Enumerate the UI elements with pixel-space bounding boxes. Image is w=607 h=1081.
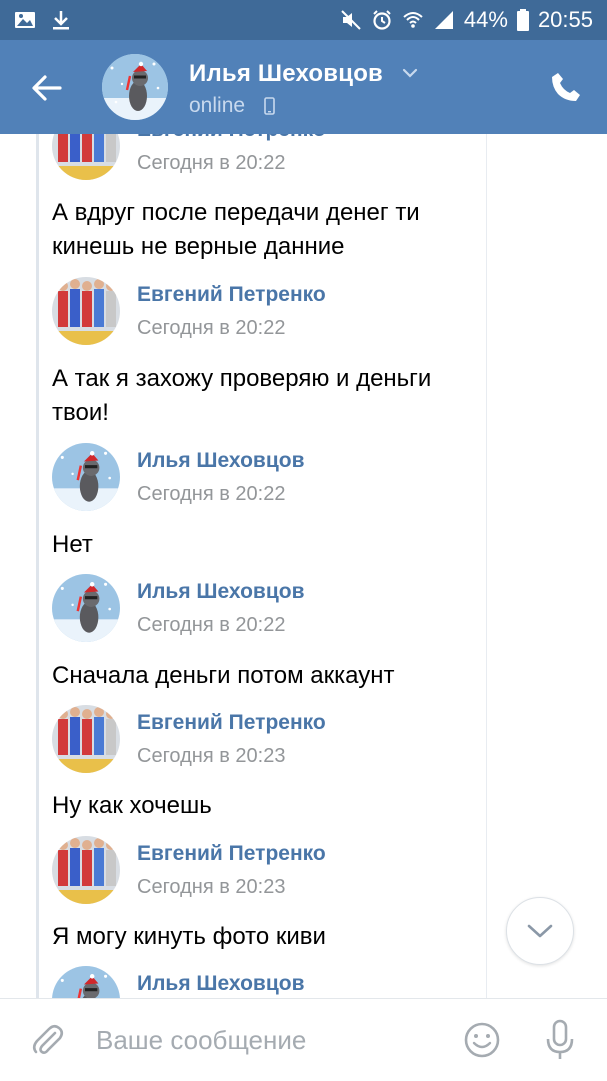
- message-time: Сегодня в 20:22: [137, 152, 286, 174]
- message-time: Сегодня в 20:22: [137, 483, 286, 505]
- message-text: Ну как хочешь: [52, 792, 212, 819]
- athletes-avatar-image: [52, 705, 120, 773]
- message-author[interactable]: Евгений Петренко: [137, 711, 326, 735]
- message-text: А вдруг после передачи денег ти кинешь н…: [52, 199, 420, 260]
- raccoon-avatar-image: [52, 966, 120, 998]
- athletes-avatar-image: [52, 836, 120, 904]
- clock: 20:55: [537, 7, 593, 32]
- message-feed[interactable]: Евгений Петренко Сегодня в 20:22 А вдруг…: [0, 134, 607, 998]
- message-time: Сегодня в 20:22: [137, 614, 286, 636]
- status-bar: 44% 20:55: [0, 0, 607, 40]
- signal-icon: [434, 11, 453, 29]
- contact-avatar[interactable]: [102, 54, 168, 120]
- chevron-down-icon[interactable]: [401, 64, 419, 82]
- message-text: Нет: [52, 531, 93, 558]
- message-author[interactable]: Илья Шеховцов: [137, 972, 304, 996]
- message-text: Сначала деньги потом аккаунт: [52, 662, 395, 689]
- message-text: А так я захожу проверяю и деньги твои!: [52, 365, 432, 426]
- message-input[interactable]: Ваше сообщение: [96, 1025, 306, 1056]
- raccoon-avatar-image: [52, 574, 120, 642]
- athletes-avatar[interactable]: [52, 134, 120, 180]
- athletes-avatar-image: [52, 277, 120, 345]
- back-arrow-icon[interactable]: [26, 68, 66, 108]
- raccoon-avatar-image: [102, 54, 168, 120]
- message-author[interactable]: Евгений Петренко: [137, 134, 326, 142]
- athletes-avatar[interactable]: [52, 705, 120, 773]
- athletes-avatar[interactable]: [52, 836, 120, 904]
- online-status: online: [189, 94, 246, 117]
- raccoon-avatar-image: [52, 443, 120, 511]
- mobile-device-icon: [264, 97, 275, 115]
- raccoon-avatar[interactable]: [52, 966, 120, 998]
- contact-name[interactable]: Илья Шеховцов: [189, 60, 383, 88]
- message-author[interactable]: Илья Шеховцов: [137, 580, 304, 604]
- mute-icon: [341, 10, 361, 30]
- battery-percent: 44%: [463, 7, 508, 32]
- thread-divider: [36, 134, 39, 998]
- scroll-down-button[interactable]: [506, 897, 574, 965]
- athletes-avatar[interactable]: [52, 277, 120, 345]
- message-author[interactable]: Евгений Петренко: [137, 842, 326, 866]
- message-time: Сегодня в 20:23: [137, 876, 286, 898]
- alarm-icon: [373, 10, 391, 30]
- message-time: Сегодня в 20:23: [137, 745, 286, 767]
- wifi-icon: [403, 12, 423, 28]
- raccoon-avatar[interactable]: [52, 443, 120, 511]
- gallery-notification-icon: [15, 12, 35, 28]
- battery-icon: [516, 9, 529, 31]
- athletes-avatar-image: [52, 134, 120, 180]
- message-composer: Ваше сообщение: [0, 998, 607, 1081]
- microphone-icon[interactable]: [543, 1019, 577, 1061]
- download-icon: [53, 11, 69, 30]
- message-author[interactable]: Илья Шеховцов: [137, 449, 304, 473]
- message-time: Сегодня в 20:22: [137, 317, 286, 339]
- raccoon-avatar[interactable]: [52, 574, 120, 642]
- paperclip-icon[interactable]: [30, 1023, 66, 1059]
- phone-call-icon[interactable]: [549, 70, 583, 104]
- chevron-down-icon: [527, 924, 553, 938]
- thread-divider: [486, 134, 487, 998]
- chat-header: Илья Шеховцов online: [0, 40, 607, 134]
- message-text: Я могу кинуть фото киви: [52, 923, 326, 950]
- emoji-icon[interactable]: [463, 1021, 501, 1059]
- message-author[interactable]: Евгений Петренко: [137, 283, 326, 307]
